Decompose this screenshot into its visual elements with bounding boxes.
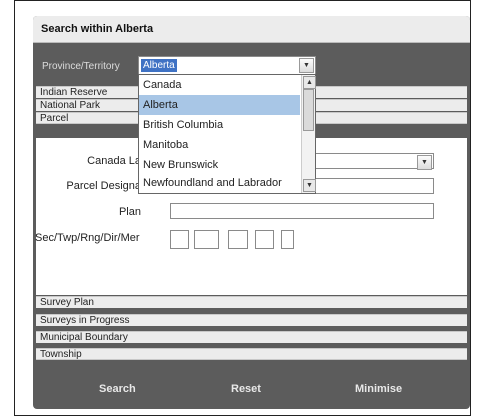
title-bar: Search within Alberta bbox=[33, 16, 470, 43]
section-survey-plan[interactable]: Survey Plan bbox=[36, 296, 467, 308]
minimise-button[interactable]: Minimise bbox=[355, 383, 402, 395]
scroll-up-icon[interactable]: ▲ bbox=[303, 76, 316, 89]
scrollbar-thumb[interactable] bbox=[303, 89, 314, 131]
province-value: Alberta bbox=[141, 59, 177, 72]
section-municipal-boundary[interactable]: Municipal Boundary bbox=[36, 331, 467, 343]
option-new-brunswick[interactable]: New Brunswick bbox=[139, 155, 300, 175]
plan-input[interactable] bbox=[170, 203, 434, 219]
search-panel: Search within Alberta Province/Territory… bbox=[33, 16, 470, 409]
option-newfoundland-and-labrador[interactable]: Newfoundland and Labrador bbox=[139, 173, 300, 193]
province-select[interactable]: Alberta ▼ bbox=[138, 56, 316, 75]
plan-label: Plan bbox=[118, 206, 141, 218]
province-dropdown-list[interactable]: Canada Alberta British Columbia Manitoba… bbox=[138, 74, 316, 194]
dir-input[interactable] bbox=[255, 230, 274, 249]
option-canada[interactable]: Canada bbox=[139, 75, 300, 95]
canada-lands-label: Canada La bbox=[87, 155, 141, 167]
reset-button[interactable]: Reset bbox=[231, 383, 261, 395]
parcel-designation-label: Parcel Designa bbox=[66, 180, 141, 192]
sec-input[interactable] bbox=[170, 230, 189, 249]
scroll-down-icon[interactable]: ▼ bbox=[303, 179, 316, 192]
mer-input[interactable] bbox=[281, 230, 294, 249]
sec-twp-rng-label: Sec/Twp/Rng/Dir/Mer bbox=[35, 232, 140, 244]
dropdown-scrollbar[interactable]: ▲ ▼ bbox=[301, 75, 316, 193]
section-township[interactable]: Township bbox=[36, 348, 467, 360]
province-label: Province/Territory bbox=[42, 61, 120, 72]
section-surveys-in-progress[interactable]: Surveys in Progress bbox=[36, 314, 467, 326]
option-manitoba[interactable]: Manitoba bbox=[139, 135, 300, 155]
chevron-down-icon[interactable]: ▼ bbox=[299, 58, 314, 73]
rng-input[interactable] bbox=[228, 230, 248, 249]
twp-input[interactable] bbox=[194, 230, 219, 249]
chevron-down-icon[interactable]: ▼ bbox=[417, 155, 432, 170]
search-button[interactable]: Search bbox=[99, 383, 136, 395]
option-british-columbia[interactable]: British Columbia bbox=[139, 115, 300, 135]
option-alberta[interactable]: Alberta bbox=[139, 95, 300, 115]
panel-title: Search within Alberta bbox=[41, 23, 154, 35]
